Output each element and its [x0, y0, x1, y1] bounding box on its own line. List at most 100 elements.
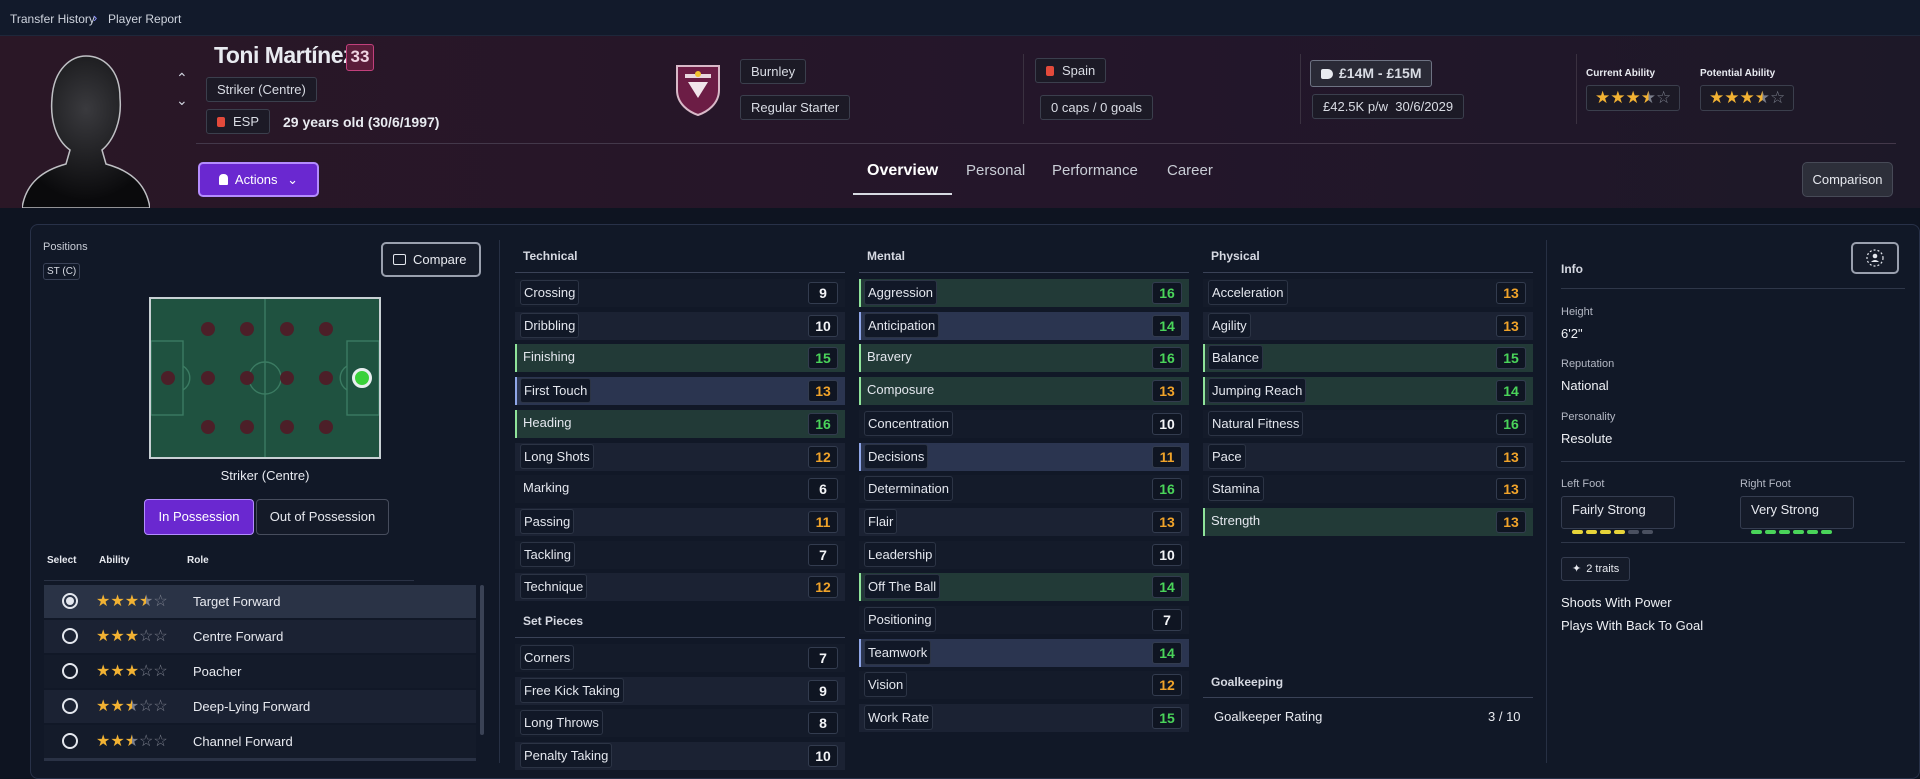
attribute-row[interactable]: Stamina 13: [1203, 475, 1533, 504]
attribute-value: 12: [808, 445, 838, 468]
role-row[interactable]: ★★★☆☆ Poacher: [44, 655, 476, 688]
player-age-badge: 33: [346, 44, 374, 71]
left-foot-level: [1572, 521, 1656, 539]
burnley-crest-icon: [676, 65, 720, 117]
role-name: Centre Forward: [193, 629, 284, 644]
info-divider: [1561, 461, 1905, 462]
attribute-name: Tackling: [520, 541, 575, 567]
breadcrumb-current: Player Report: [108, 12, 182, 26]
role-radio[interactable]: [62, 628, 78, 644]
attribute-row[interactable]: Concentration 10: [859, 409, 1189, 438]
col-role: Role: [187, 555, 209, 566]
traits-count: 2 traits: [1586, 563, 1620, 575]
role-radio[interactable]: [62, 593, 78, 609]
attribute-row[interactable]: Acceleration 13: [1203, 279, 1533, 307]
attribute-row[interactable]: Anticipation 14: [859, 311, 1189, 340]
squad-status-chip: Regular Starter: [740, 95, 851, 120]
attribute-row[interactable]: Crossing 9: [515, 279, 845, 307]
highlight-bar: [1203, 507, 1205, 536]
highlight-bar: [1203, 377, 1205, 406]
goalkeeper-rating-label: Goalkeeper Rating: [1214, 709, 1323, 724]
club-chip[interactable]: Burnley: [740, 59, 807, 84]
attribute-value: 13: [1496, 445, 1526, 468]
mental-divider: [859, 272, 1189, 273]
attribute-row[interactable]: Dribbling 10: [515, 311, 845, 340]
attribute-row[interactable]: Agility 13: [1203, 311, 1533, 340]
attribute-row[interactable]: Balance 15: [1203, 344, 1533, 373]
attribute-row[interactable]: Teamwork 14: [859, 638, 1189, 667]
highlight-bar: [859, 573, 861, 602]
compare-button[interactable]: Compare: [381, 242, 481, 277]
tab-overview[interactable]: Overview: [867, 162, 938, 180]
tab-career[interactable]: Career: [1167, 162, 1213, 179]
attribute-row[interactable]: Long Throws 8: [515, 709, 845, 738]
attribute-row[interactable]: Penalty Taking 10: [515, 742, 845, 771]
set-pieces-title: Set Pieces: [523, 614, 584, 628]
out-of-possession-button[interactable]: Out of Possession: [256, 499, 389, 535]
attribute-row[interactable]: Determination 16: [859, 475, 1189, 504]
attribute-row[interactable]: Work Rate 15: [859, 704, 1189, 733]
attribute-name: Heading: [523, 414, 572, 430]
highlight-bar: [515, 344, 517, 373]
compare-icon: [393, 254, 406, 265]
next-player-chevron-down-icon[interactable]: ⌄: [176, 92, 188, 109]
actions-button[interactable]: Actions ⌄: [198, 162, 319, 197]
in-possession-button[interactable]: In Possession: [144, 499, 254, 535]
role-row[interactable]: ★★★☆☆ Channel Forward: [44, 725, 476, 758]
prev-player-chevron-up-icon[interactable]: ⌃: [176, 70, 188, 87]
comparison-button[interactable]: Comparison: [1802, 162, 1893, 197]
role-radio[interactable]: [62, 698, 78, 714]
attribute-row[interactable]: Strength 13: [1203, 507, 1533, 536]
traits-chip[interactable]: ✦ 2 traits: [1561, 557, 1631, 581]
attribute-row[interactable]: Bravery 16: [859, 344, 1189, 373]
tab-performance[interactable]: Performance: [1052, 162, 1138, 179]
role-row[interactable]: ★★★☆☆ Deep-Lying Forward: [44, 690, 476, 723]
attribute-value: 7: [1152, 609, 1182, 631]
tab-personal[interactable]: Personal: [966, 162, 1025, 179]
role-stars: ★★★☆☆: [96, 698, 168, 715]
technical-title: Technical: [523, 249, 578, 263]
physical-title: Physical: [1211, 249, 1260, 263]
role-radio[interactable]: [62, 663, 78, 679]
attribute-row[interactable]: Flair 13: [859, 507, 1189, 536]
attribute-name: Positioning: [864, 607, 936, 632]
attribute-value: 13: [1496, 510, 1526, 533]
attribute-row[interactable]: Positioning 7: [859, 606, 1189, 634]
attribute-row[interactable]: Passing 11: [515, 507, 845, 536]
attribute-row[interactable]: Long Shots 12: [515, 442, 845, 471]
attribute-row[interactable]: Finishing 15: [515, 344, 845, 373]
highlight-bar: [859, 377, 861, 406]
attribute-row[interactable]: Natural Fitness 16: [1203, 409, 1533, 438]
attribute-name: Balance: [1208, 345, 1263, 371]
attribute-row[interactable]: Tackling 7: [515, 540, 845, 569]
price-tag-icon: [1321, 69, 1333, 79]
attribute-row[interactable]: Off The Ball 14: [859, 573, 1189, 602]
attribute-row[interactable]: Pace 13: [1203, 442, 1533, 471]
mental-title: Mental: [867, 249, 906, 263]
attribute-row[interactable]: Technique 12: [515, 573, 845, 602]
position-dot: [201, 371, 215, 385]
attribute-row[interactable]: Marking 6: [515, 475, 845, 504]
header-separator: [196, 143, 1896, 144]
attribute-row[interactable]: Corners 7: [515, 644, 845, 672]
highlight-bar: [859, 442, 861, 471]
roles-scrollbar[interactable]: [480, 585, 484, 735]
attribute-row[interactable]: Leadership 10: [859, 540, 1189, 569]
attribute-row[interactable]: First Touch 13: [515, 377, 845, 406]
attribute-row[interactable]: Aggression 16: [859, 279, 1189, 307]
personality-label: Personality: [1561, 411, 1616, 423]
role-radio[interactable]: [62, 733, 78, 749]
nationality-chip[interactable]: Spain: [1035, 58, 1107, 83]
attribute-row[interactable]: Composure 13: [859, 377, 1189, 406]
attribute-row[interactable]: Free Kick Taking 9: [515, 676, 845, 705]
nation-chip[interactable]: ESP: [206, 109, 271, 134]
role-row[interactable]: ★★★★☆ Target Forward: [44, 585, 476, 618]
attribute-value: 7: [808, 647, 838, 669]
attribute-row[interactable]: Heading 16: [515, 409, 845, 438]
attribute-row[interactable]: Decisions 11: [859, 442, 1189, 471]
breadcrumb-parent[interactable]: Transfer History: [10, 12, 95, 26]
attribute-row[interactable]: Vision 12: [859, 671, 1189, 700]
role-row[interactable]: ★★★☆☆ Centre Forward: [44, 620, 476, 653]
attribute-row[interactable]: Jumping Reach 14: [1203, 377, 1533, 406]
personality-dial-button[interactable]: [1851, 242, 1899, 274]
